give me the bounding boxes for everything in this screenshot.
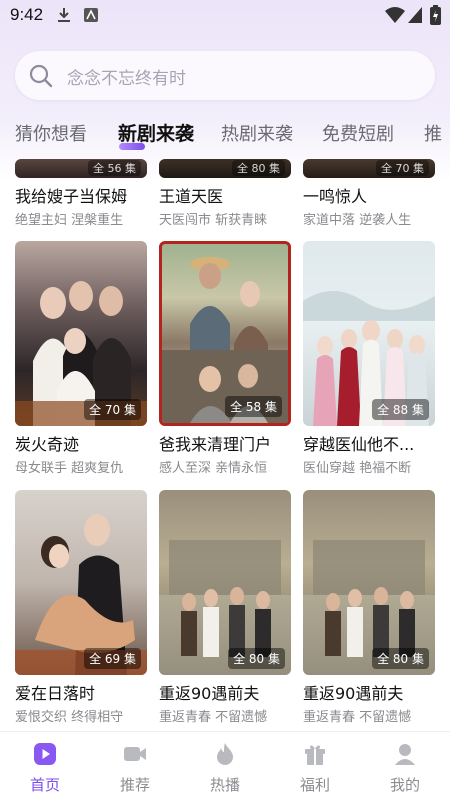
signal-icon (408, 7, 422, 23)
drama-poster[interactable]: 全 69 集 (15, 490, 147, 675)
episode-count: 全 69 集 (84, 648, 141, 669)
tab-guess[interactable]: 猜你想看 (15, 120, 87, 146)
drama-tags: 重返青春 不留遗憾 (303, 710, 412, 725)
drama-title: 穿越医仙他不... (303, 435, 415, 454)
nav-label: 我的 (389, 776, 420, 794)
user-icon (395, 744, 415, 765)
drama-title: 一鸣惊人 (303, 187, 368, 206)
tab-free[interactable]: 免费短剧 (322, 120, 394, 146)
drama-poster[interactable]: 全 56 集 (15, 159, 147, 178)
status-time: 9:42 (10, 5, 44, 24)
nav-profile[interactable]: 我的 (360, 732, 450, 800)
drama-tags: 重返青春 不留遗憾 (159, 710, 268, 725)
drama-title: 爱在日落时 (15, 684, 96, 703)
episode-count: 全 70 集 (84, 399, 141, 420)
video-camera-icon (124, 747, 146, 761)
flame-icon (217, 743, 233, 765)
tab-recommend[interactable]: 推 (424, 120, 442, 146)
nav-home[interactable]: 首页 (0, 732, 90, 800)
category-tabs: 猜你想看 新剧来袭 热剧来袭 免费短剧 推 (0, 112, 450, 156)
search-input[interactable]: 念念不忘终有时 (15, 51, 435, 100)
play-icon (34, 743, 56, 765)
drama-poster[interactable]: 全 70 集 (303, 159, 435, 178)
bottom-navigation: 首页 推荐 热播 福利 我的 (0, 731, 450, 800)
tab-hot[interactable]: 热剧来袭 (221, 120, 293, 146)
drama-tags: 医仙穿越 艳福不断 (303, 461, 412, 476)
drama-title: 爸我来清理门户 (159, 435, 272, 454)
episode-count: 全 80 集 (232, 160, 285, 176)
drama-title: 重返90遇前夫 (303, 684, 404, 703)
episode-count: 全 80 集 (372, 648, 429, 669)
episode-count: 全 56 集 (88, 160, 141, 176)
drama-title: 重返90遇前夫 (159, 684, 260, 703)
battery-icon (430, 5, 441, 25)
nav-welfare[interactable]: 福利 (270, 732, 360, 800)
nav-label: 首页 (29, 776, 60, 794)
tab-new[interactable]: 新剧来袭 (118, 119, 194, 146)
drama-poster[interactable]: 全 70 集 (15, 241, 147, 426)
nav-label: 热播 (209, 776, 240, 794)
search-icon (29, 64, 53, 88)
gift-icon (305, 745, 325, 765)
drama-poster[interactable]: 全 80 集 (303, 490, 435, 675)
drama-tags: 绝望主妇 涅槃重生 (15, 213, 124, 228)
drama-poster[interactable]: 全 58 集 (159, 241, 291, 426)
drama-title: 我给嫂子当保姆 (15, 187, 128, 206)
drama-tags: 爱恨交织 终得相守 (15, 710, 124, 725)
app-notification-icon (84, 8, 98, 22)
drama-tags: 家道中落 逆袭人生 (303, 213, 412, 228)
download-icon (58, 8, 70, 22)
drama-poster[interactable]: 全 80 集 (159, 159, 291, 178)
episode-count: 全 80 集 (228, 648, 285, 669)
search-placeholder: 念念不忘终有时 (67, 69, 186, 89)
drama-tags: 母女联手 超爽复仇 (15, 461, 124, 476)
drama-title: 王道天医 (159, 187, 224, 206)
drama-tags: 感人至深 亲情永恒 (159, 461, 268, 476)
episode-count: 全 70 集 (376, 160, 429, 176)
wifi-icon (385, 7, 405, 23)
episode-count: 全 58 集 (225, 396, 282, 417)
drama-poster[interactable]: 全 80 集 (159, 490, 291, 675)
nav-recommend[interactable]: 推荐 (90, 732, 180, 800)
episode-count: 全 88 集 (372, 399, 429, 420)
status-bar: 9:42 (0, 0, 450, 32)
nav-hot[interactable]: 热播 (180, 732, 270, 800)
drama-grid: 全 56 集 我给嫂子当保姆 绝望主妇 涅槃重生 全 80 集 王道天医 天医闯… (0, 159, 450, 731)
drama-tags: 天医闯市 斩获青睐 (159, 213, 268, 228)
nav-label: 推荐 (119, 776, 150, 794)
drama-poster[interactable]: 全 88 集 (303, 241, 435, 426)
nav-label: 福利 (299, 776, 330, 794)
drama-title: 炭火奇迹 (15, 435, 80, 454)
